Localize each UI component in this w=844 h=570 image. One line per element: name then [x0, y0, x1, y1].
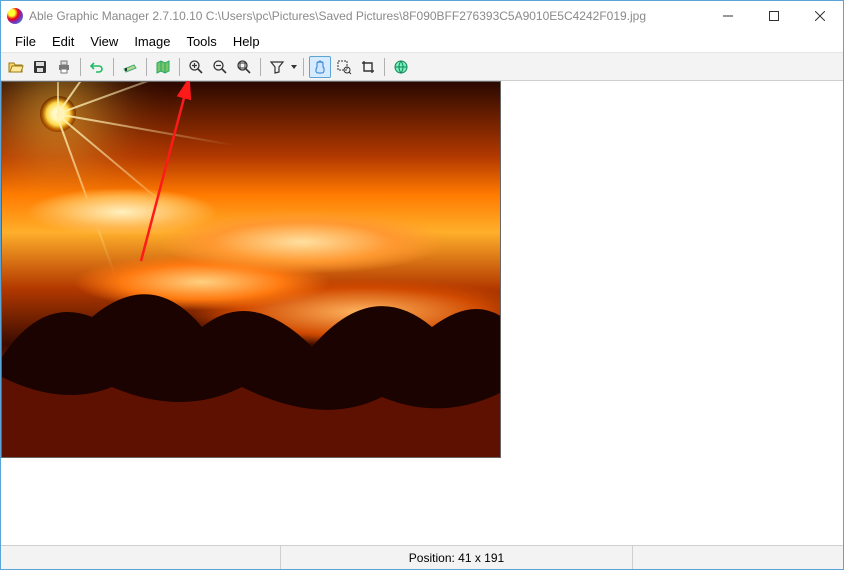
separator	[146, 58, 147, 76]
sun-ray	[57, 81, 227, 115]
menu-bar: File Edit View Image Tools Help	[1, 31, 843, 53]
window-controls	[705, 1, 843, 31]
crop-tool-button[interactable]	[357, 56, 379, 78]
status-bar: Position: 41 x 191	[1, 545, 843, 569]
title-bar: Able Graphic Manager 2.7.10.10 C:\Users\…	[1, 1, 843, 31]
image-canvas[interactable]	[1, 81, 501, 458]
status-cell-right	[633, 546, 843, 569]
separator	[384, 58, 385, 76]
hand-tool-button[interactable]	[309, 56, 331, 78]
zoom-out-button[interactable]	[209, 56, 231, 78]
app-icon	[7, 8, 23, 24]
separator	[179, 58, 180, 76]
separator	[303, 58, 304, 76]
maximize-button[interactable]	[751, 1, 797, 31]
zoom-fit-button[interactable]	[233, 56, 255, 78]
menu-image[interactable]: Image	[126, 32, 178, 51]
print-button[interactable]	[53, 56, 75, 78]
minimize-button[interactable]	[705, 1, 751, 31]
status-position: Position: 41 x 191	[281, 546, 633, 569]
menu-view[interactable]: View	[82, 32, 126, 51]
scanner-button[interactable]	[119, 56, 141, 78]
content-area	[1, 81, 843, 545]
separator	[113, 58, 114, 76]
marquee-tool-button[interactable]	[333, 56, 355, 78]
filter-button[interactable]	[266, 56, 288, 78]
web-button[interactable]	[390, 56, 412, 78]
window-title: Able Graphic Manager 2.7.10.10 C:\Users\…	[29, 9, 705, 23]
status-cell-left	[1, 546, 281, 569]
menu-tools[interactable]: Tools	[178, 32, 224, 51]
sun-ray	[57, 113, 235, 146]
undo-button[interactable]	[86, 56, 108, 78]
save-button[interactable]	[29, 56, 51, 78]
filter-dropdown[interactable]	[290, 65, 298, 69]
mountain-graphic	[2, 237, 501, 457]
close-button[interactable]	[797, 1, 843, 31]
open-button[interactable]	[5, 56, 27, 78]
menu-help[interactable]: Help	[225, 32, 268, 51]
toolbar	[1, 53, 843, 81]
sun-ray	[57, 81, 59, 113]
separator	[80, 58, 81, 76]
menu-edit[interactable]: Edit	[44, 32, 82, 51]
menu-file[interactable]: File	[7, 32, 44, 51]
map-button[interactable]	[152, 56, 174, 78]
separator	[260, 58, 261, 76]
zoom-in-button[interactable]	[185, 56, 207, 78]
